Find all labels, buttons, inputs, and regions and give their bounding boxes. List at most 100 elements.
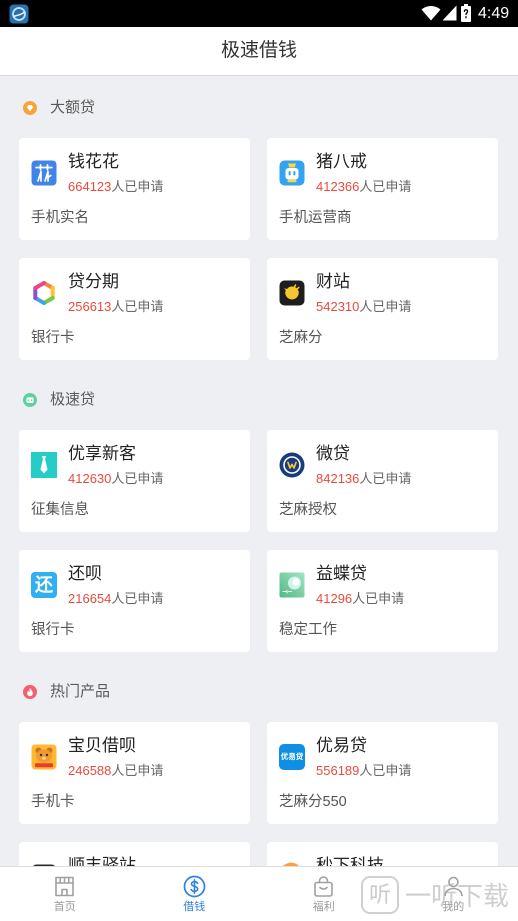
applicant-count: 842136人已申请 — [316, 470, 411, 488]
applicant-number: 556189 — [316, 763, 360, 778]
diamond-icon — [23, 101, 37, 115]
section-header: 热门产品 — [0, 682, 518, 702]
product-name: 猪八戒 — [316, 152, 367, 171]
applicant-suffix: 人已申请 — [111, 179, 164, 194]
product-name: 益蝶贷 — [316, 564, 367, 583]
requirement-tag: 手机运营商 — [279, 210, 352, 226]
section-title: 大额贷 — [50, 99, 96, 116]
product-name: 微贷 — [316, 444, 350, 463]
applicant-suffix: 人已申请 — [359, 471, 412, 486]
applicant-count: 256613人已申请 — [68, 298, 163, 316]
applicant-count: 664123人已申请 — [68, 178, 163, 196]
flame-icon — [23, 685, 37, 699]
product-name: 贷分期 — [68, 272, 119, 291]
tab-label: 福利 — [312, 901, 335, 913]
requirement-tag: 芝麻分 — [279, 330, 323, 346]
storefront-icon — [55, 876, 75, 897]
yidiedai-logo-icon — [279, 572, 305, 598]
applicant-number: 41296 — [316, 591, 353, 606]
product-name: 优享新客 — [68, 444, 136, 463]
applicant-count: 412630人已申请 — [68, 470, 163, 488]
baobeijiebei-logo-icon — [31, 744, 57, 770]
product-grid: 优享新客 412630人已申请 征集信息 微贷 842136人已申请 芝麻授权 … — [0, 430, 518, 652]
applicant-suffix: 人已申请 — [352, 591, 405, 606]
applicant-number: 412630 — [68, 471, 112, 486]
section-fast-loans: 极速贷 优享新客 412630人已申请 征集信息 微贷 842136人已申请 芝… — [0, 390, 518, 652]
applicant-suffix: 人已申请 — [111, 299, 164, 314]
weidai-logo-icon — [279, 452, 305, 478]
requirement-tag: 芝麻授权 — [279, 502, 337, 518]
tab-benefits[interactable]: 福利 — [259, 867, 389, 921]
applicant-count: 556189人已申请 — [316, 762, 411, 780]
applicant-suffix: 人已申请 — [111, 591, 164, 606]
applicant-count: 246588人已申请 — [68, 762, 163, 780]
bottom-navigation: 首页 借钱 福利 我的 — [0, 866, 518, 921]
applicant-suffix: 人已申请 — [359, 299, 412, 314]
product-name: 优易贷 — [316, 736, 367, 755]
product-card-caizhan[interactable]: 财站 542310人已申请 芝麻分 — [267, 258, 498, 360]
requirement-tag: 银行卡 — [31, 330, 75, 346]
applicant-count: 542310人已申请 — [316, 298, 411, 316]
product-card-baobeijiebei[interactable]: 宝贝借呗 246588人已申请 手机卡 — [19, 722, 250, 824]
applicant-suffix: 人已申请 — [359, 179, 412, 194]
tab-label: 首页 — [53, 901, 76, 913]
product-card-youxiangxinke[interactable]: 优享新客 412630人已申请 征集信息 — [19, 430, 250, 532]
section-header: 大额贷 — [0, 98, 518, 118]
applicant-suffix: 人已申请 — [111, 471, 164, 486]
applicant-number: 412366 — [316, 179, 360, 194]
product-card-yidiedai[interactable]: 益蝶贷 41296人已申请 稳定工作 — [267, 550, 498, 652]
caizhan-logo-icon — [279, 280, 305, 306]
section-title: 极速贷 — [50, 391, 96, 408]
product-name: 财站 — [316, 272, 350, 291]
product-name: 钱花花 — [68, 152, 119, 171]
page-title: 极速借钱 — [220, 40, 297, 61]
applicant-number: 246588 — [68, 763, 112, 778]
wifi-icon — [421, 5, 441, 21]
robot-icon — [23, 393, 37, 407]
applicant-count: 412366人已申请 — [316, 178, 411, 196]
applicant-number: 664123 — [68, 179, 112, 194]
daifenqi-logo-icon — [33, 281, 55, 305]
tab-profile[interactable]: 我的 — [389, 867, 518, 921]
section-title: 热门产品 — [50, 683, 111, 700]
section-large-loans: 大额贷 钱花花 664123人已申请 手机实名 猪八戒 412366人已申请 手… — [0, 98, 518, 360]
tab-label: 我的 — [442, 901, 465, 913]
gift-bag-icon — [314, 876, 334, 897]
battery-icon — [461, 4, 471, 22]
applicant-number: 256613 — [68, 299, 112, 314]
app-bar: 极速借钱 — [0, 27, 518, 76]
tab-label: 借钱 — [183, 901, 206, 913]
requirement-tag: 手机实名 — [31, 210, 89, 226]
section-header: 极速贷 — [0, 390, 518, 410]
huanbei-logo-icon: 还 — [31, 572, 57, 598]
requirement-tag: 银行卡 — [31, 622, 75, 638]
product-card-youyidai[interactable]: 优易贷 优易贷 556189人已申请 芝麻分550 — [267, 722, 498, 824]
signal-icon — [442, 5, 457, 21]
product-card-qianhuahua[interactable]: 钱花花 664123人已申请 手机实名 — [19, 138, 250, 240]
product-name: 还呗 — [68, 564, 102, 583]
app-notification-icon — [9, 4, 29, 24]
requirement-tag: 稳定工作 — [279, 622, 337, 638]
applicant-number: 216654 — [68, 591, 112, 606]
product-card-zhubajie[interactable]: 猪八戒 412366人已申请 手机运营商 — [267, 138, 498, 240]
youxiangxinke-logo-icon — [31, 452, 57, 478]
qianhuahua-logo-icon — [31, 160, 57, 186]
product-card-daifenqi[interactable]: 贷分期 256613人已申请 银行卡 — [19, 258, 250, 360]
applicant-number: 542310 — [316, 299, 360, 314]
applicant-count: 216654人已申请 — [68, 590, 163, 608]
youyidai-logo-icon: 优易贷 — [279, 744, 305, 770]
zhubajie-logo-icon — [279, 160, 305, 186]
requirement-tag: 征集信息 — [31, 502, 89, 518]
tab-home[interactable]: 首页 — [0, 867, 130, 921]
product-card-weidai[interactable]: 微贷 842136人已申请 芝麻授权 — [267, 430, 498, 532]
tab-borrow[interactable]: 借钱 — [130, 867, 260, 921]
applicant-number: 842136 — [316, 471, 360, 486]
loan-product-list[interactable]: 大额贷 钱花花 664123人已申请 手机实名 猪八戒 412366人已申请 手… — [0, 76, 518, 921]
requirement-tag: 芝麻分550 — [279, 794, 347, 810]
product-name: 宝贝借呗 — [68, 736, 136, 755]
requirement-tag: 手机卡 — [31, 794, 75, 810]
dollar-circle-icon — [183, 875, 206, 898]
product-card-huanbei[interactable]: 还 还呗 216654人已申请 银行卡 — [19, 550, 250, 652]
applicant-suffix: 人已申请 — [111, 763, 164, 778]
status-bar: 4:49 — [0, 0, 518, 27]
